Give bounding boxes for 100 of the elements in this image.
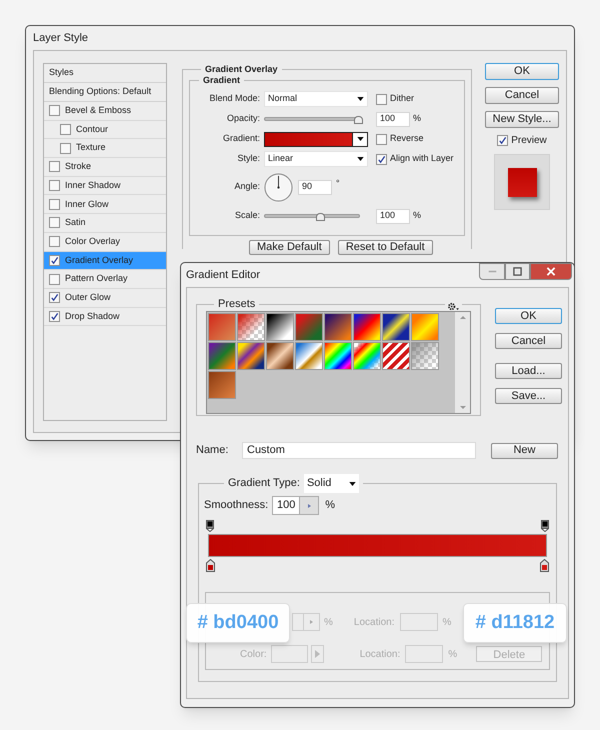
input-field[interactable]: Custom [242,442,476,459]
list-item[interactable]: Gradient Overlay [44,252,166,270]
field-label: Gradient Type: [228,476,300,492]
gradient-preset-swatch[interactable] [382,342,410,370]
gradient-preset-swatch[interactable] [411,312,439,340]
dropdown[interactable]: Solid [304,474,359,493]
field-label: Gradient: [222,132,260,146]
button[interactable]: Load... [495,363,562,379]
checkbox[interactable] [49,310,60,322]
gradient-preset-swatch[interactable] [324,342,352,370]
checkbox[interactable] [376,134,387,144]
caret-icon [356,137,364,141]
button[interactable]: Reset to Default [338,240,433,254]
button[interactable]: OK [485,63,559,80]
list-item[interactable]: Pattern Overlay [44,270,166,289]
gradient-preset-swatch[interactable] [295,342,323,370]
gradient-preset-swatch[interactable] [266,342,294,370]
field-label: Blend Mode: [208,92,260,106]
opacity-stop-icon[interactable] [541,520,549,532]
angle-dial[interactable] [264,172,293,202]
section-title: Gradient Overlay [204,63,279,76]
slider-thumb[interactable] [354,116,363,124]
checkbox[interactable] [49,105,60,116]
scrollbar[interactable] [455,312,470,412]
list-item[interactable]: Drop Shadow [44,308,166,326]
field-label: Angle: [233,180,260,194]
dropdown[interactable]: Normal [264,91,368,107]
section-title: Presets [217,297,256,312]
gradient-preset-swatch[interactable] [382,312,410,340]
field-label: Name: [196,443,230,458]
color-stop[interactable] [540,559,549,572]
checkbox[interactable] [376,94,387,104]
button[interactable]: Cancel [485,87,559,104]
button[interactable]: Cancel [495,333,562,349]
effect-preview-square [508,168,536,196]
button[interactable]: Make Default [249,240,330,254]
gradient-preset-swatch[interactable] [237,342,265,370]
opacity-stop-icon[interactable] [206,520,214,532]
list-item[interactable]: Outer Glow [44,288,166,308]
hex-color-callout: # bd0400 [186,603,290,643]
gear-icon[interactable] [447,302,460,310]
checkbox[interactable] [49,292,60,304]
field-label: Color: [240,648,267,662]
gradient-picker[interactable] [264,132,368,146]
unit-label: ° [336,177,340,190]
color-stop[interactable] [206,559,215,572]
checkbox-label: Preview [511,134,547,148]
checkbox[interactable] [49,198,60,210]
checkbox[interactable] [60,142,71,154]
checkbox[interactable] [49,180,60,192]
input-field [400,613,438,631]
minimize-button[interactable] [479,263,505,280]
slider-thumb[interactable] [316,213,326,221]
button[interactable]: OK [495,308,562,324]
checkbox[interactable] [497,135,508,146]
group-title: Gradient [202,74,242,86]
list-item[interactable]: Bevel & Emboss [44,102,166,121]
checkbox[interactable] [60,124,71,136]
gradient-preset-swatch[interactable] [295,312,323,340]
input-field[interactable]: 100 [376,208,410,224]
button[interactable]: New [491,442,558,458]
input-field[interactable]: 90 [298,180,332,194]
list-item[interactable]: Texture [44,139,166,158]
list-item[interactable]: Satin [44,214,166,233]
scroll-up-icon[interactable] [460,316,466,318]
checkbox[interactable] [49,274,60,285]
list-item[interactable]: Inner Glow [44,195,166,214]
checkbox[interactable] [49,161,60,172]
gradient-preset-swatch[interactable] [324,312,352,340]
list-item[interactable]: Blending Options: Default [44,83,166,102]
checkbox[interactable] [49,217,60,228]
gradient-preset-swatch[interactable] [353,342,381,370]
dropdown-value: Linear [268,152,294,166]
button[interactable]: Save... [495,388,562,404]
maximize-button[interactable] [505,263,530,280]
input-field [405,645,444,663]
gradient-preset-swatch[interactable] [208,312,236,340]
checkbox[interactable] [376,154,387,164]
gradient-preset-swatch[interactable] [266,312,294,340]
close-button[interactable] [530,263,572,280]
scroll-down-icon[interactable] [460,406,466,408]
maximize-icon [513,267,522,276]
list-item[interactable]: Stroke [44,158,166,177]
dropdown-value: Solid [306,476,332,492]
check-icon [377,154,386,164]
input-field[interactable]: 100 [376,112,410,126]
dropdown[interactable]: Linear [264,151,368,167]
minimize-icon [488,270,496,273]
list-item[interactable]: Contour [44,120,166,140]
list-item[interactable]: Inner Shadow [44,176,166,196]
gradient-preset-swatch[interactable] [208,342,236,370]
checkbox[interactable] [49,236,60,248]
unit-label: % [325,498,335,514]
gradient-preset-swatch[interactable] [237,312,265,340]
unit-label: % [324,616,333,630]
checkbox[interactable] [49,254,60,266]
gradient-preset-swatch[interactable] [208,370,236,398]
gradient-preset-swatch[interactable] [353,312,381,340]
gradient-preset-swatch[interactable] [411,342,439,370]
button[interactable]: New Style... [485,111,559,128]
